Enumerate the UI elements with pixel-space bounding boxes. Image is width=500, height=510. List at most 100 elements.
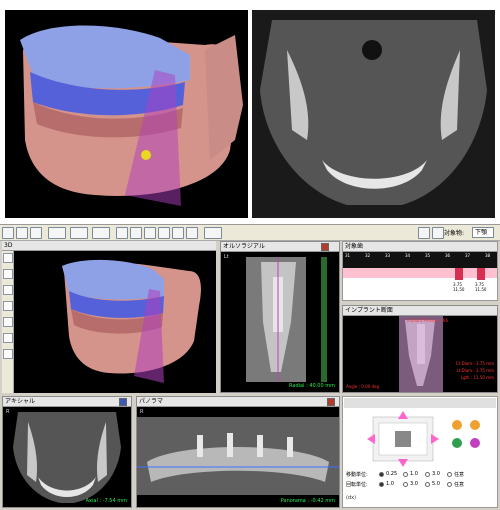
- nerve-tool-icon[interactable]: [70, 227, 88, 239]
- move-opt-1: 0.25: [386, 471, 398, 477]
- panel-panorama: パノラマ R Panorama : -0.42 mm: [136, 396, 340, 508]
- axial-corner-label: R: [6, 409, 10, 415]
- tooth-35[interactable]: 35: [425, 253, 430, 258]
- implant-top-label: Implant Plexxxx - 66: [407, 318, 449, 323]
- panel-panorama-close-icon[interactable]: [327, 398, 335, 406]
- panel-3d-viewport[interactable]: [14, 251, 216, 393]
- ct-scan-image: [252, 10, 495, 218]
- panel-implant: インプラント断面 Implant Plexxxx - 66 Angle : 0.…: [342, 305, 498, 393]
- ortho-caption: Radial : 40.00 mm: [289, 383, 335, 389]
- tool-bone-icon[interactable]: [3, 349, 13, 359]
- implant-tool-icon[interactable]: [48, 227, 66, 239]
- implant-cap-r3: Lgth : 11.50 mm: [460, 375, 494, 380]
- control-panel: 移動単位: 0.25 1.0 3.0 任意 回転単位: 1.0 3.0 5.0 …: [342, 396, 498, 508]
- tooth-34[interactable]: 34: [405, 253, 410, 258]
- save-icon[interactable]: [30, 227, 42, 239]
- rot-radio-2[interactable]: [403, 482, 408, 487]
- tool-scale-icon[interactable]: [3, 301, 13, 311]
- target-teeth-panel: 対象歯 31 32 33 34 35 36 37 38 3.75 11.50 3…: [342, 241, 498, 301]
- panel-panorama-viewport[interactable]: R Panorama : -0.42 mm: [137, 407, 339, 507]
- panel-ortho-header: オルソラジアル: [221, 242, 339, 252]
- preview-ct-slice: [252, 10, 495, 218]
- implant-len-2: 11.50: [475, 287, 487, 292]
- panel-axial-close-icon[interactable]: [119, 398, 127, 406]
- tool-select-icon[interactable]: [3, 253, 13, 263]
- pan-icon[interactable]: [116, 227, 128, 239]
- panel-ortho-title: オルソラジアル: [223, 243, 265, 250]
- move-opt-2: 1.0: [410, 471, 418, 477]
- tooth-31[interactable]: 31: [345, 253, 350, 258]
- tooth-36[interactable]: 36: [445, 253, 450, 258]
- axial-ct-image: [13, 412, 121, 503]
- axial-caption: Axial : -7.54 mm: [85, 498, 127, 504]
- jaw-3d-render: [20, 25, 243, 206]
- panel-implant-header: インプラント断面: [343, 306, 497, 316]
- jaw-3d-render-small: [62, 259, 201, 383]
- move-unit-label: 移動単位:: [346, 472, 368, 478]
- tool-cut-icon[interactable]: [3, 317, 13, 327]
- main-toolbar: 対象物: 下顎: [0, 225, 500, 241]
- panel-3d: 3D: [2, 241, 216, 393]
- window-icon[interactable]: [186, 227, 198, 239]
- layout-icon[interactable]: [172, 227, 184, 239]
- target-label: 対象物:: [444, 230, 465, 237]
- ortho-ct-image: [246, 257, 327, 382]
- panel-axial: アキシャル R Axial : -7.54 mm: [2, 396, 132, 508]
- panel-panorama-header: パノラマ: [137, 397, 339, 407]
- panorama-corner-label: R: [140, 409, 144, 415]
- move-radio-1[interactable]: [379, 472, 384, 477]
- preview-3d-model: [5, 10, 248, 218]
- reset-icon[interactable]: [158, 227, 170, 239]
- panorama-caption: Panorama : -0.42 mm: [280, 498, 335, 504]
- panel-ortho: オルソラジアル Lt Radial : 40.00 mm: [220, 241, 340, 393]
- rot-radio-3[interactable]: [425, 482, 430, 487]
- move-opt-4: 任意: [454, 472, 465, 478]
- left-tool-strip: [2, 251, 14, 393]
- panel-axial-viewport[interactable]: R Axial : -7.54 mm: [3, 407, 131, 507]
- tooth-37[interactable]: 37: [465, 253, 470, 258]
- move-radio-3[interactable]: [425, 472, 430, 477]
- panel-3d-title: 3D: [4, 242, 13, 249]
- implant-cap-r2: Lt:Diam : 3.75 mm: [456, 368, 494, 373]
- rotate-icon[interactable]: [144, 227, 156, 239]
- status-text: (dx): [346, 495, 357, 501]
- rot-opt-1: 1.0: [386, 481, 394, 487]
- new-icon[interactable]: [2, 227, 14, 239]
- rot-opt-3: 5.0: [432, 481, 440, 487]
- rot-opt-4: 任意: [454, 482, 465, 488]
- implant-len-1: 11.50: [453, 287, 465, 292]
- rot-unit-label: 回転単位:: [346, 482, 368, 488]
- tool-view-icon[interactable]: [3, 333, 13, 343]
- target-teeth-chart: [343, 252, 497, 280]
- tooth-33[interactable]: 33: [385, 253, 390, 258]
- print-icon[interactable]: [432, 227, 444, 239]
- target-teeth-title: 対象歯: [345, 243, 364, 250]
- tool-rotate-icon[interactable]: [3, 285, 13, 295]
- panel-ortho-viewport[interactable]: Lt Radial : 40.00 mm: [221, 252, 339, 392]
- target-teeth-header: 対象歯: [343, 242, 497, 252]
- tooth-38[interactable]: 38: [485, 253, 490, 258]
- panel-ortho-close-icon[interactable]: [321, 243, 329, 251]
- implant-ct-image: [399, 316, 443, 392]
- report-icon[interactable]: [418, 227, 430, 239]
- implant-cap-r1: Ct:Diam : 3.75 mm: [455, 361, 494, 366]
- rot-opt-2: 3.0: [410, 481, 418, 487]
- rot-radio-4[interactable]: [447, 482, 452, 487]
- movement-controls: [344, 398, 496, 467]
- target-select[interactable]: 下顎: [472, 227, 494, 238]
- panel-axial-title: アキシャル: [5, 398, 36, 405]
- rot-radio-1[interactable]: [379, 482, 384, 487]
- move-radio-4[interactable]: [447, 472, 452, 477]
- move-radio-2[interactable]: [403, 472, 408, 477]
- implant-angle-caption: Angle : 0.00 deg: [346, 384, 379, 389]
- tool-move-icon[interactable]: [3, 269, 13, 279]
- measure-tool-icon[interactable]: [92, 227, 110, 239]
- play-icon[interactable]: [204, 227, 222, 239]
- panorama-ct-image: [137, 417, 339, 495]
- open-icon[interactable]: [16, 227, 28, 239]
- panel-implant-viewport[interactable]: Implant Plexxxx - 66 Angle : 0.00 deg Ct…: [343, 316, 497, 392]
- tooth-32[interactable]: 32: [365, 253, 370, 258]
- move-opt-3: 3.0: [432, 471, 440, 477]
- zoom-icon[interactable]: [130, 227, 142, 239]
- panel-axial-header: アキシャル: [3, 397, 131, 407]
